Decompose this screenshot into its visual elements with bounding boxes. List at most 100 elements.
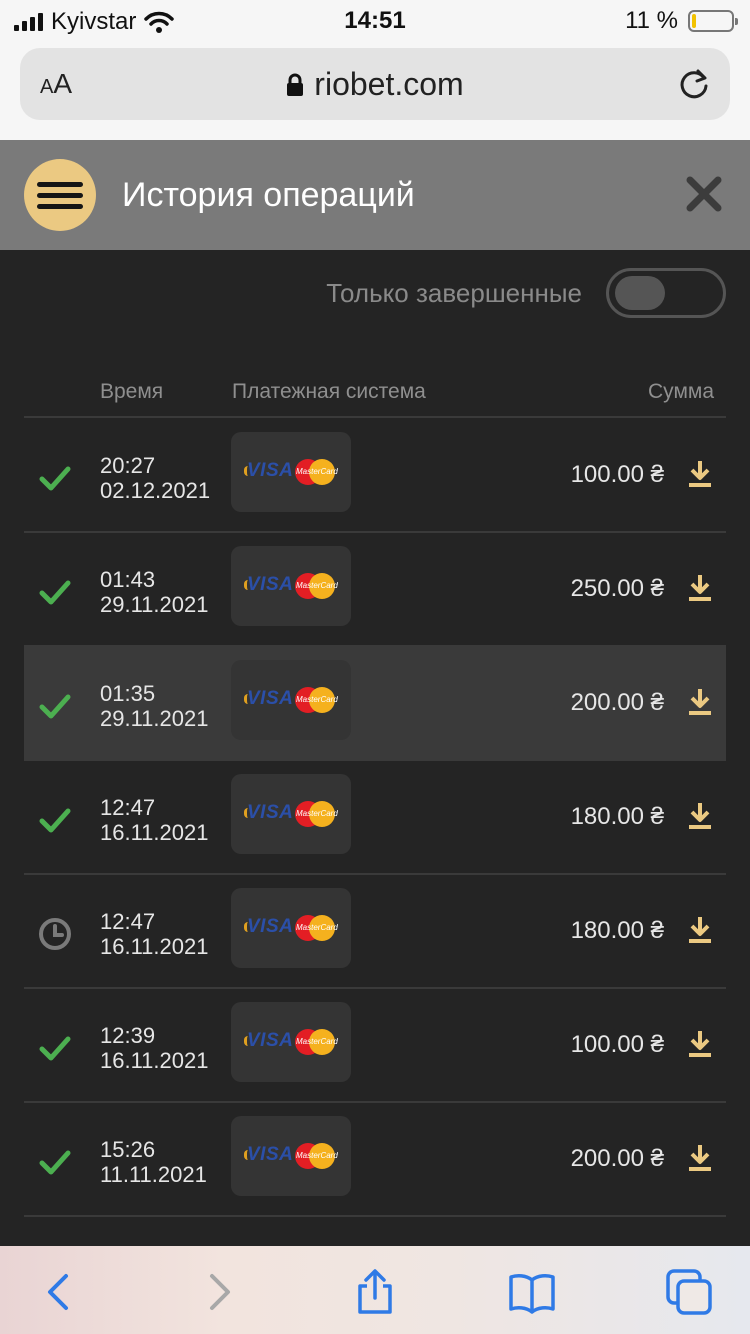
lock-icon bbox=[287, 73, 304, 96]
transaction-datetime: 12:47 16.11.2021 bbox=[100, 795, 208, 845]
bookmarks-icon[interactable] bbox=[508, 1268, 556, 1316]
check-icon bbox=[38, 575, 72, 609]
transaction-date: 02.12.2021 bbox=[100, 478, 211, 503]
table-header: Время Платежная система Сумма bbox=[24, 366, 726, 418]
transaction-time: 01:43 bbox=[100, 567, 156, 592]
battery-icon bbox=[688, 10, 738, 32]
battery-percent: 11 % bbox=[625, 7, 678, 34]
payment-method-card: VISA MasterCard bbox=[231, 774, 351, 854]
payment-method-card: VISA MasterCard bbox=[231, 888, 351, 968]
transaction-amount: 200.00 ₴ bbox=[570, 689, 664, 716]
download-icon[interactable] bbox=[688, 459, 712, 489]
visa-icon: VISA bbox=[247, 916, 294, 937]
hamburger-menu-icon[interactable] bbox=[24, 159, 96, 231]
column-header-amount: Сумма bbox=[648, 380, 714, 403]
payment-method-card: VISA MasterCard bbox=[231, 432, 351, 512]
url-text: riobet.com bbox=[314, 66, 464, 102]
transaction-time: 15:26 bbox=[100, 1137, 156, 1162]
transaction-row[interactable]: 15:26 11.11.2021 VISA MasterCard 200.00 ₴ bbox=[24, 1103, 726, 1217]
back-icon[interactable] bbox=[36, 1268, 84, 1316]
check-icon bbox=[38, 1145, 72, 1179]
clock-icon bbox=[38, 917, 72, 951]
transaction-datetime: 15:26 11.11.2021 bbox=[100, 1137, 207, 1187]
transaction-date: 16.11.2021 bbox=[100, 1048, 209, 1073]
url-display[interactable]: riobet.com bbox=[20, 66, 730, 103]
toggle-knob bbox=[615, 276, 665, 310]
filter-label: Только завершенные bbox=[326, 278, 582, 308]
visa-icon: VISA bbox=[247, 460, 294, 481]
transaction-amount: 250.00 ₴ bbox=[570, 575, 664, 602]
transaction-datetime: 01:43 29.11.2021 bbox=[100, 567, 208, 617]
transaction-time: 01:35 bbox=[100, 681, 156, 706]
mastercard-icon: MasterCard bbox=[295, 915, 338, 941]
mastercard-icon: MasterCard bbox=[295, 573, 338, 599]
transaction-amount: 180.00 ₴ bbox=[570, 803, 664, 830]
mastercard-icon: MasterCard bbox=[295, 459, 338, 485]
transaction-time: 12:39 bbox=[100, 1023, 156, 1048]
transaction-datetime: 20:27 02.12.2021 bbox=[100, 453, 210, 503]
reload-icon[interactable] bbox=[676, 66, 712, 102]
transaction-row[interactable]: 12:47 16.11.2021 VISA MasterCard 180.00 ₴ bbox=[24, 875, 726, 989]
transactions-list: 20:27 02.12.2021 VISA MasterCard 100.00 ₴ 01:… bbox=[24, 419, 726, 1217]
transaction-date: 29.11.2021 bbox=[100, 706, 209, 731]
transaction-row[interactable]: 01:35 29.11.2021 VISA MasterCard 200.00 ₴ bbox=[24, 647, 726, 761]
battery-info: 11 % bbox=[625, 7, 738, 35]
check-icon bbox=[38, 689, 72, 723]
transaction-date: 16.11.2021 bbox=[100, 934, 209, 959]
check-icon bbox=[38, 803, 72, 837]
transaction-datetime: 12:39 16.11.2021 bbox=[100, 1023, 208, 1073]
payment-method-card: VISA MasterCard bbox=[231, 546, 351, 626]
download-icon[interactable] bbox=[688, 801, 712, 831]
battery-level bbox=[692, 14, 697, 28]
transaction-time: 12:47 bbox=[100, 909, 156, 934]
visa-icon: VISA bbox=[247, 574, 294, 595]
tabs-icon[interactable] bbox=[665, 1268, 713, 1316]
share-icon[interactable] bbox=[351, 1268, 399, 1316]
transaction-datetime: 12:47 16.11.2021 bbox=[100, 909, 208, 959]
transaction-time: 12:47 bbox=[100, 795, 156, 820]
visa-icon: VISA bbox=[247, 1144, 294, 1165]
mastercard-icon: MasterCard bbox=[295, 801, 338, 827]
download-icon[interactable] bbox=[688, 1143, 712, 1173]
browser-toolbar: AA riobet.com bbox=[0, 40, 750, 140]
transaction-row[interactable]: 20:27 02.12.2021 VISA MasterCard 100.00 ₴ bbox=[24, 419, 726, 533]
download-icon[interactable] bbox=[688, 1029, 712, 1059]
forward-icon[interactable] bbox=[194, 1268, 242, 1316]
transaction-row[interactable]: 12:39 16.11.2021 VISA MasterCard 100.00 ₴ bbox=[24, 989, 726, 1103]
visa-icon: VISA bbox=[247, 1030, 294, 1051]
download-icon[interactable] bbox=[688, 915, 712, 945]
column-header-payment: Платежная система bbox=[232, 380, 426, 403]
transaction-date: 11.11.2021 bbox=[100, 1162, 207, 1187]
mastercard-icon: MasterCard bbox=[295, 687, 338, 713]
transaction-amount: 180.00 ₴ bbox=[570, 917, 664, 944]
completed-only-toggle[interactable] bbox=[606, 268, 726, 318]
transaction-date: 16.11.2021 bbox=[100, 820, 209, 845]
mastercard-icon: MasterCard bbox=[295, 1143, 338, 1169]
page-title: История операций bbox=[122, 176, 415, 214]
browser-bottom-toolbar bbox=[0, 1246, 750, 1334]
column-header-time: Время bbox=[100, 380, 164, 403]
address-bar[interactable]: AA riobet.com bbox=[20, 48, 730, 120]
payment-method-card: VISA MasterCard bbox=[231, 660, 351, 740]
transaction-row[interactable]: 01:43 29.11.2021 VISA MasterCard 250.00 ₴ bbox=[24, 533, 726, 647]
filter-row: Только завершенные bbox=[0, 266, 750, 320]
transaction-datetime: 01:35 29.11.2021 bbox=[100, 681, 208, 731]
transaction-time: 20:27 bbox=[100, 453, 156, 478]
ios-status-bar: Kyivstar 14:51 11 % bbox=[0, 0, 750, 40]
visa-icon: VISA bbox=[247, 688, 294, 709]
app-header: История операций bbox=[0, 140, 750, 250]
transaction-date: 29.11.2021 bbox=[100, 592, 209, 617]
payment-method-card: VISA MasterCard bbox=[231, 1002, 351, 1082]
download-icon[interactable] bbox=[688, 573, 712, 603]
transaction-amount: 100.00 ₴ bbox=[570, 1031, 664, 1058]
transaction-row[interactable]: 12:47 16.11.2021 VISA MasterCard 180.00 ₴ bbox=[24, 761, 726, 875]
close-icon[interactable] bbox=[684, 174, 724, 214]
check-icon bbox=[38, 461, 72, 495]
transaction-amount: 100.00 ₴ bbox=[570, 461, 664, 488]
download-icon[interactable] bbox=[688, 687, 712, 717]
mastercard-icon: MasterCard bbox=[295, 1029, 338, 1055]
payment-method-card: VISA MasterCard bbox=[231, 1116, 351, 1196]
transaction-amount: 200.00 ₴ bbox=[570, 1145, 664, 1172]
visa-icon: VISA bbox=[247, 802, 294, 823]
check-icon bbox=[38, 1031, 72, 1065]
